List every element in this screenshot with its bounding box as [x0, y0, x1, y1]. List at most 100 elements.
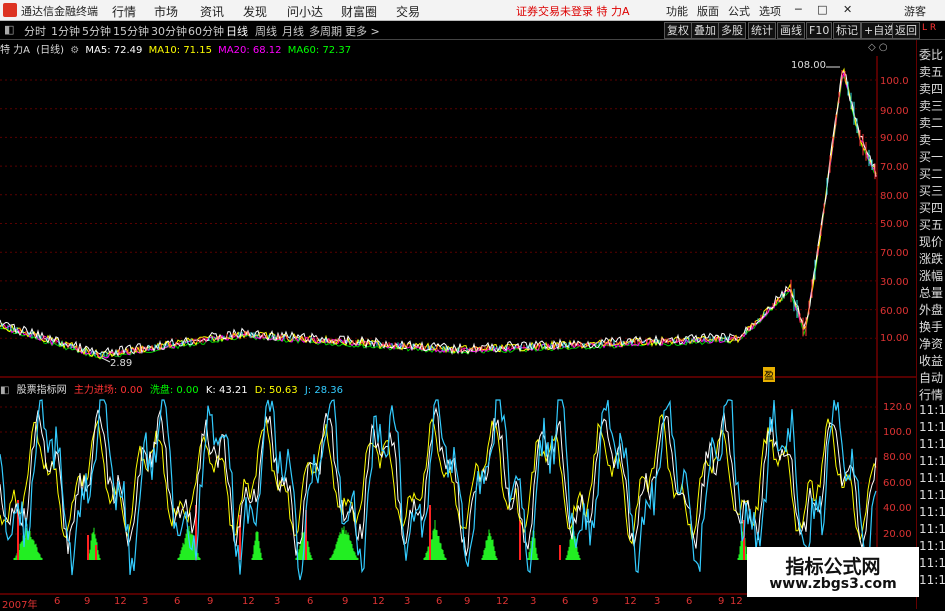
sidebar-item[interactable]: 自动	[919, 369, 943, 386]
x-tick: 6	[686, 596, 693, 607]
indicator-j: J: 28.36	[304, 385, 343, 396]
sidebar-item[interactable]: 净资	[919, 335, 943, 352]
sub-y-tick: 20.00	[883, 529, 912, 540]
expand-icon[interactable]: ◇ ○	[868, 42, 888, 53]
sub-chart-info: ◧ 股票指标网 主力进场: 0.00 洗盘: 0.00 K: 43.21 D: …	[0, 381, 347, 396]
x-tick: 6	[54, 596, 61, 607]
sidebar-item[interactable]: 11:1	[919, 403, 945, 417]
y-tick: 10.00	[880, 333, 909, 344]
x-tick: 6	[562, 596, 569, 607]
quote-sidebar: 委比 卖五 卖四 卖三 卖二 卖一 买一 买二 买三 买四 买五 现价 涨跌 涨幅 总量 外盘 换手 净资 收益 自动…	[916, 40, 945, 609]
indicator-name: 股票指标网	[16, 385, 67, 396]
indicator-xipan: 洗盘: 0.00	[149, 385, 199, 396]
x-tick: 12	[114, 596, 127, 607]
sidebar-item[interactable]: 卖五	[919, 63, 943, 80]
ma10-label: MA10: 71.15	[148, 45, 212, 56]
x-tick: 9	[342, 596, 349, 607]
x-tick: 3	[142, 596, 149, 607]
low-marker-line	[101, 357, 111, 363]
indicator-d: D: 50.63	[254, 385, 298, 396]
sidebar-item[interactable]: 现价	[919, 233, 943, 250]
sidebar-item[interactable]: 卖四	[919, 80, 943, 97]
sidebar-item[interactable]: 11:1	[919, 573, 945, 587]
sidebar-item[interactable]: 买一	[919, 148, 943, 165]
sidebar-item[interactable]: 11:1	[919, 454, 945, 468]
x-tick: 12	[624, 596, 637, 607]
x-tick: 6	[174, 596, 181, 607]
y-tick: 90.00	[880, 133, 909, 144]
stock-name: 特 力A	[0, 45, 31, 56]
sidebar-item[interactable]: 涨跌	[919, 250, 943, 267]
y-tick: 70.00	[880, 248, 909, 259]
sidebar-item[interactable]: 11:1	[919, 437, 945, 451]
panel-icon[interactable]: ◧	[0, 385, 9, 396]
period-label: (日线)	[36, 45, 65, 56]
watermark: 指标公式网 www.zbgs3.com	[747, 547, 919, 597]
x-tick: 12	[730, 596, 743, 607]
indicator-k: K: 43.21	[205, 385, 248, 396]
y-tick: 80.00	[880, 191, 909, 202]
sidebar-item[interactable]: 卖一	[919, 131, 943, 148]
ma20-line	[0, 72, 877, 359]
sub-y-tick: 40.00	[883, 503, 912, 514]
sidebar-item[interactable]: 卖三	[919, 97, 943, 114]
sidebar-item[interactable]: 11:1	[919, 522, 945, 536]
x-tick: 12	[372, 596, 385, 607]
sidebar-item[interactable]: 涨幅	[919, 267, 943, 284]
sidebar-item[interactable]: 卖二	[919, 114, 943, 131]
sidebar-item[interactable]: 11:1	[919, 539, 945, 553]
x-tick: 3	[654, 596, 661, 607]
main-chart-info: 特 力A (日线) ⚙ MA5: 72.49 MA10: 71.15 MA20:…	[0, 41, 354, 56]
sub-y-tick: 80.00	[883, 452, 912, 463]
x-tick: 12	[496, 596, 509, 607]
ma10-line	[0, 67, 877, 359]
x-tick: 6	[307, 596, 314, 607]
watermark-title: 指标公式网	[785, 556, 881, 578]
sub-y-tick: 100.0	[883, 427, 912, 438]
x-tick: 9	[464, 596, 471, 607]
ma60-label: MA60: 72.37	[287, 45, 352, 56]
low-price-label: 2.89	[110, 358, 133, 369]
sub-y-tick: 60.00	[883, 478, 912, 489]
x-tick: 9	[592, 596, 599, 607]
x-tick: 3	[404, 596, 411, 607]
watermark-url: www.zbgs3.com	[769, 576, 897, 592]
marker-badge: 盈	[763, 367, 775, 382]
y-tick: 50.00	[880, 219, 909, 230]
sidebar-item[interactable]: 换手	[919, 318, 943, 335]
sidebar-item[interactable]: 买五	[919, 216, 943, 233]
chart-canvas	[0, 56, 916, 595]
sidebar-item[interactable]: 行情	[919, 386, 943, 403]
sidebar-item[interactable]: 11:1	[919, 488, 945, 502]
sidebar-item[interactable]: 11:1	[919, 505, 945, 519]
x-tick: 3	[530, 596, 537, 607]
ma5-label: MA5: 72.49	[85, 45, 143, 56]
y-tick: 100.0	[880, 76, 909, 87]
sidebar-item[interactable]: 买二	[919, 165, 943, 182]
x-tick: 9	[84, 596, 91, 607]
gear-icon[interactable]: ⚙	[70, 45, 79, 56]
sidebar-item[interactable]: 买四	[919, 199, 943, 216]
sidebar-item[interactable]: 委比	[919, 46, 943, 63]
sidebar-item[interactable]: 11:1	[919, 471, 945, 485]
sidebar-item[interactable]: 买三	[919, 182, 943, 199]
y-tick: 30.00	[880, 277, 909, 288]
sidebar-item[interactable]: 11:1	[919, 420, 945, 434]
sub-y-tick: 120.0	[883, 402, 912, 413]
x-tick: 6	[436, 596, 443, 607]
indicator-zhuli: 主力进场: 0.00	[73, 385, 143, 396]
y-tick: 60.00	[880, 306, 909, 317]
x-tick: 3	[274, 596, 281, 607]
ma60-line	[0, 75, 877, 360]
sidebar-item[interactable]: 11:1	[919, 556, 945, 570]
sidebar-item[interactable]: 总量	[919, 284, 943, 301]
y-tick: 90.00	[880, 106, 909, 117]
x-tick: 9	[718, 596, 725, 607]
ma5-line	[0, 70, 877, 358]
ma20-label: MA20: 68.12	[218, 45, 282, 56]
sidebar-item[interactable]: 外盘	[919, 301, 943, 318]
x-tick: 9	[207, 596, 214, 607]
x-tick: 12	[242, 596, 255, 607]
high-price-label: 108.00	[791, 60, 826, 71]
sidebar-item[interactable]: 收益	[919, 352, 943, 369]
